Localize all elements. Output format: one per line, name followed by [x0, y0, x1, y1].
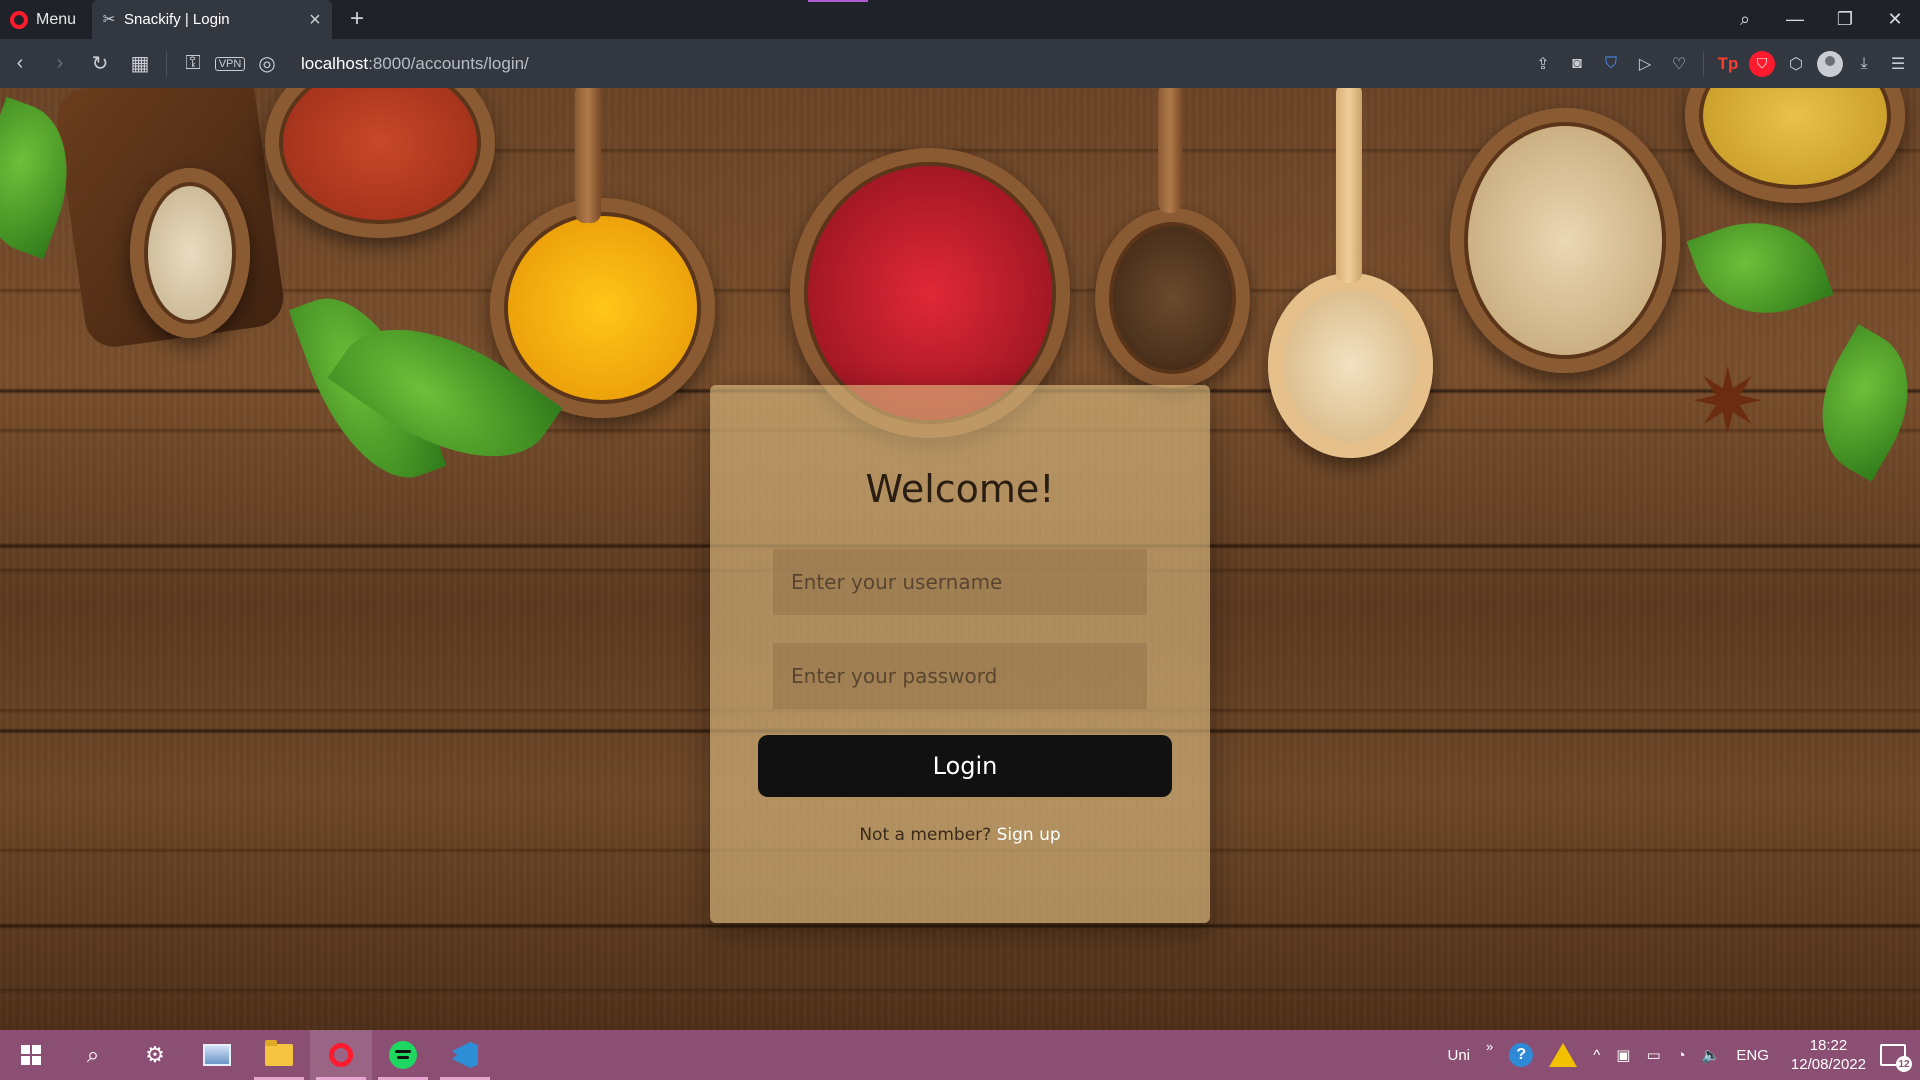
spoon-handle-image	[1336, 88, 1362, 283]
spotify-logo-icon	[389, 1041, 417, 1069]
adblock-shield-icon: ⛉	[1749, 50, 1775, 77]
share-icon[interactable]: ⇪	[1527, 48, 1559, 80]
wood-grain-line	[0, 923, 1920, 929]
easy-setup-icon[interactable]: ☰	[1882, 48, 1914, 80]
speed-dial-grid-icon[interactable]: ▦	[120, 44, 160, 84]
restore-button[interactable]: ❐	[1820, 0, 1870, 39]
snackify-favicon-icon: ✂	[102, 10, 116, 28]
question-icon: ?	[1509, 1043, 1534, 1067]
vpn-badge[interactable]: VPN	[213, 44, 247, 84]
tab-title: Snackify | Login	[124, 11, 230, 28]
clock[interactable]: 18:22 12/08/2022	[1777, 1036, 1880, 1074]
clock-date: 12/08/2022	[1790, 1056, 1866, 1073]
reload-button[interactable]: ↻	[80, 44, 120, 84]
help-tray-icon[interactable]: ?	[1501, 1043, 1541, 1067]
extensions-cube-icon[interactable]: ⬡	[1780, 48, 1812, 80]
new-tab-button[interactable]: +	[344, 6, 370, 32]
signup-prompt: Not a member? Sign up	[859, 825, 1060, 845]
key-icon[interactable]: ⚿	[173, 44, 213, 84]
opera-menu-button[interactable]: Menu	[0, 0, 90, 39]
wifi-icon[interactable]: ◔	[1669, 1047, 1694, 1064]
opera-app-icon[interactable]	[310, 1030, 372, 1080]
login-button[interactable]: Login	[758, 735, 1172, 797]
spotify-app-icon[interactable]	[372, 1030, 434, 1080]
basil-leaf-image	[1686, 200, 1834, 336]
signup-link[interactable]: Sign up	[997, 825, 1061, 845]
system-tray: Uni » ? ^ ▣ ▭ ◔ 🔈 ENG 18:22 12/08/2022 1…	[1439, 1030, 1920, 1080]
allspice-spoon-image	[1095, 208, 1250, 388]
warning-tray-icon[interactable]	[1541, 1043, 1585, 1067]
avatar-icon	[1817, 50, 1843, 77]
taskbar: ⌕ ⚙ Uni » ? ^ ▣ ▭ ◔ 🔈 ENG 18:22 12/08/20…	[0, 1030, 1920, 1080]
url-field[interactable]: localhost:8000/accounts/login/	[301, 54, 529, 74]
minimize-button[interactable]: ―	[1770, 0, 1820, 39]
folder-icon	[265, 1040, 293, 1066]
curry-powder-bowl-image	[1685, 88, 1905, 203]
start-button[interactable]	[0, 1030, 62, 1080]
tab-accent-bar	[808, 0, 868, 2]
security-shield-icon[interactable]: ⛉	[1595, 48, 1627, 80]
volume-icon[interactable]: 🔈	[1694, 1046, 1729, 1064]
page-title: Welcome!	[865, 467, 1055, 511]
notification-center-icon[interactable]: 12	[1880, 1044, 1912, 1072]
toolbar-divider-2	[1703, 50, 1704, 77]
star-anise-image: ✷	[1690, 353, 1766, 453]
url-path: :8000/accounts/login/	[368, 53, 529, 73]
warning-triangle-icon	[1549, 1043, 1578, 1067]
rosemary-spoon-image	[130, 168, 250, 338]
snapshot-camera-icon[interactable]: ◙	[1561, 48, 1593, 80]
settings-gear-icon[interactable]: ⚙	[124, 1030, 186, 1080]
pinboard-extension-icon[interactable]: Tp	[1712, 48, 1744, 80]
address-bar: ‹ › ↻ ▦ ⚿ VPN ◎ localhost:8000/accounts/…	[0, 39, 1920, 88]
clock-time: 18:22	[1809, 1037, 1848, 1054]
adblock-extension-icon[interactable]: ⛉	[1746, 48, 1778, 80]
menu-label: Menu	[36, 10, 77, 28]
display-tray-icon[interactable]: ▣	[1608, 1046, 1638, 1064]
notification-count: 12	[1896, 1056, 1912, 1072]
close-tab-icon[interactable]: ×	[306, 10, 324, 30]
show-hidden-icons-chevron-icon[interactable]: ^	[1585, 1047, 1608, 1064]
forward-button[interactable]: ›	[40, 44, 80, 84]
basil-leaf-image	[1793, 324, 1920, 482]
remote-desktop-app-icon[interactable]	[186, 1030, 248, 1080]
input-language[interactable]: ENG	[1728, 1047, 1777, 1064]
profile-avatar[interactable]	[1814, 48, 1846, 80]
monitor-icon	[203, 1044, 231, 1066]
window-controls: ⌕ ― ❐ ✕	[1720, 0, 1920, 39]
username-input[interactable]	[773, 549, 1147, 615]
chili-powder-bowl-image	[265, 88, 495, 238]
browser-search-icon[interactable]: ⌕	[1720, 0, 1770, 39]
vpn-label: VPN	[214, 56, 246, 71]
tray-language-short[interactable]: Uni	[1439, 1047, 1478, 1064]
opera-logo-icon	[329, 1043, 353, 1067]
opera-logo-icon	[10, 10, 28, 29]
downloads-icon[interactable]: ⤓	[1848, 48, 1880, 80]
vscode-logo-icon	[452, 1042, 478, 1068]
tray-expand-chevron-icon[interactable]: »	[1478, 1039, 1501, 1054]
send-icon[interactable]: ▷	[1629, 48, 1661, 80]
mixed-pepper-spoon-image	[1268, 273, 1433, 458]
windows-logo-icon	[21, 1045, 41, 1065]
url-host: localhost	[301, 53, 369, 73]
toolbar-divider	[166, 50, 167, 77]
spoon-handle-image	[1158, 88, 1182, 213]
login-card: Welcome! Login Not a member? Sign up	[710, 385, 1210, 923]
back-button[interactable]: ‹	[0, 44, 40, 84]
toolbar-extensions: ⇪ ◙ ⛉ ▷ ♡ Tp ⛉ ⬡ ⤓ ☰	[1527, 39, 1914, 88]
coriander-seed-spoon-image	[1450, 108, 1680, 373]
site-info-globe-icon[interactable]: ◎	[247, 44, 287, 84]
close-window-button[interactable]: ✕	[1870, 0, 1920, 39]
bookmark-heart-icon[interactable]: ♡	[1663, 48, 1695, 80]
battery-icon[interactable]: ▭	[1638, 1046, 1668, 1064]
spoon-handle-image	[575, 88, 601, 223]
file-explorer-app-icon[interactable]	[248, 1030, 310, 1080]
password-input[interactable]	[773, 643, 1147, 709]
vscode-app-icon[interactable]	[434, 1030, 496, 1080]
tab-strip: Menu ✂ Snackify | Login × + ⌕ ― ❐ ✕	[0, 0, 1920, 39]
taskbar-search-icon[interactable]: ⌕	[62, 1030, 124, 1080]
signup-prompt-text: Not a member?	[859, 825, 992, 845]
browser-tab-active[interactable]: ✂ Snackify | Login ×	[92, 0, 332, 39]
